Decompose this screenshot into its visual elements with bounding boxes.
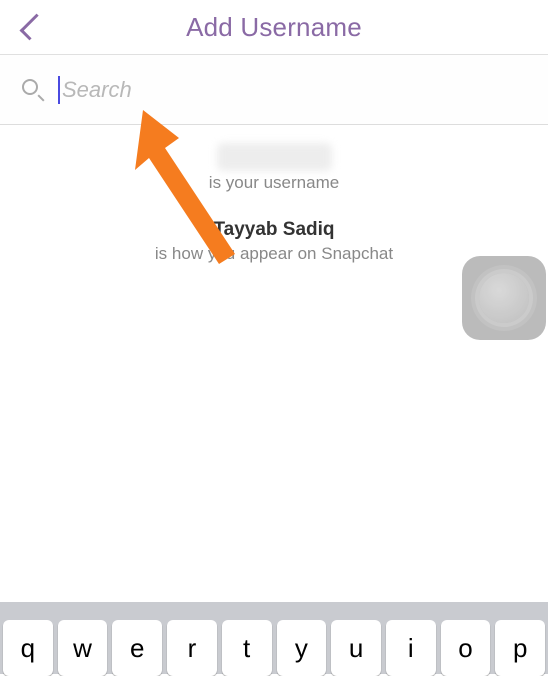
text-cursor xyxy=(58,76,60,104)
key-r[interactable]: r xyxy=(167,620,217,676)
key-t[interactable]: t xyxy=(222,620,272,676)
key-p[interactable]: p xyxy=(495,620,545,676)
search-icon xyxy=(22,79,44,101)
header-bar: Add Username xyxy=(0,0,548,55)
chevron-left-icon xyxy=(20,14,47,41)
username-label: is your username xyxy=(0,173,548,193)
assistive-touch-button[interactable] xyxy=(462,256,546,340)
key-y[interactable]: y xyxy=(277,620,327,676)
key-i[interactable]: i xyxy=(386,620,436,676)
key-e[interactable]: e xyxy=(112,620,162,676)
key-u[interactable]: u xyxy=(331,620,381,676)
content-area: is your username Tayyab Sadiq is how you… xyxy=(0,125,548,264)
display-name: Tayyab Sadiq xyxy=(0,219,548,241)
key-o[interactable]: o xyxy=(441,620,491,676)
search-bar[interactable] xyxy=(0,55,548,125)
redacted-username xyxy=(217,143,332,171)
back-button[interactable] xyxy=(18,12,42,42)
key-w[interactable]: w xyxy=(58,620,108,676)
keyboard: q w e r t y u i o p xyxy=(0,602,548,674)
search-input-wrapper xyxy=(58,77,526,103)
search-input[interactable] xyxy=(58,77,526,103)
page-title: Add Username xyxy=(186,12,362,43)
key-q[interactable]: q xyxy=(3,620,53,676)
assistive-touch-icon xyxy=(479,273,529,323)
